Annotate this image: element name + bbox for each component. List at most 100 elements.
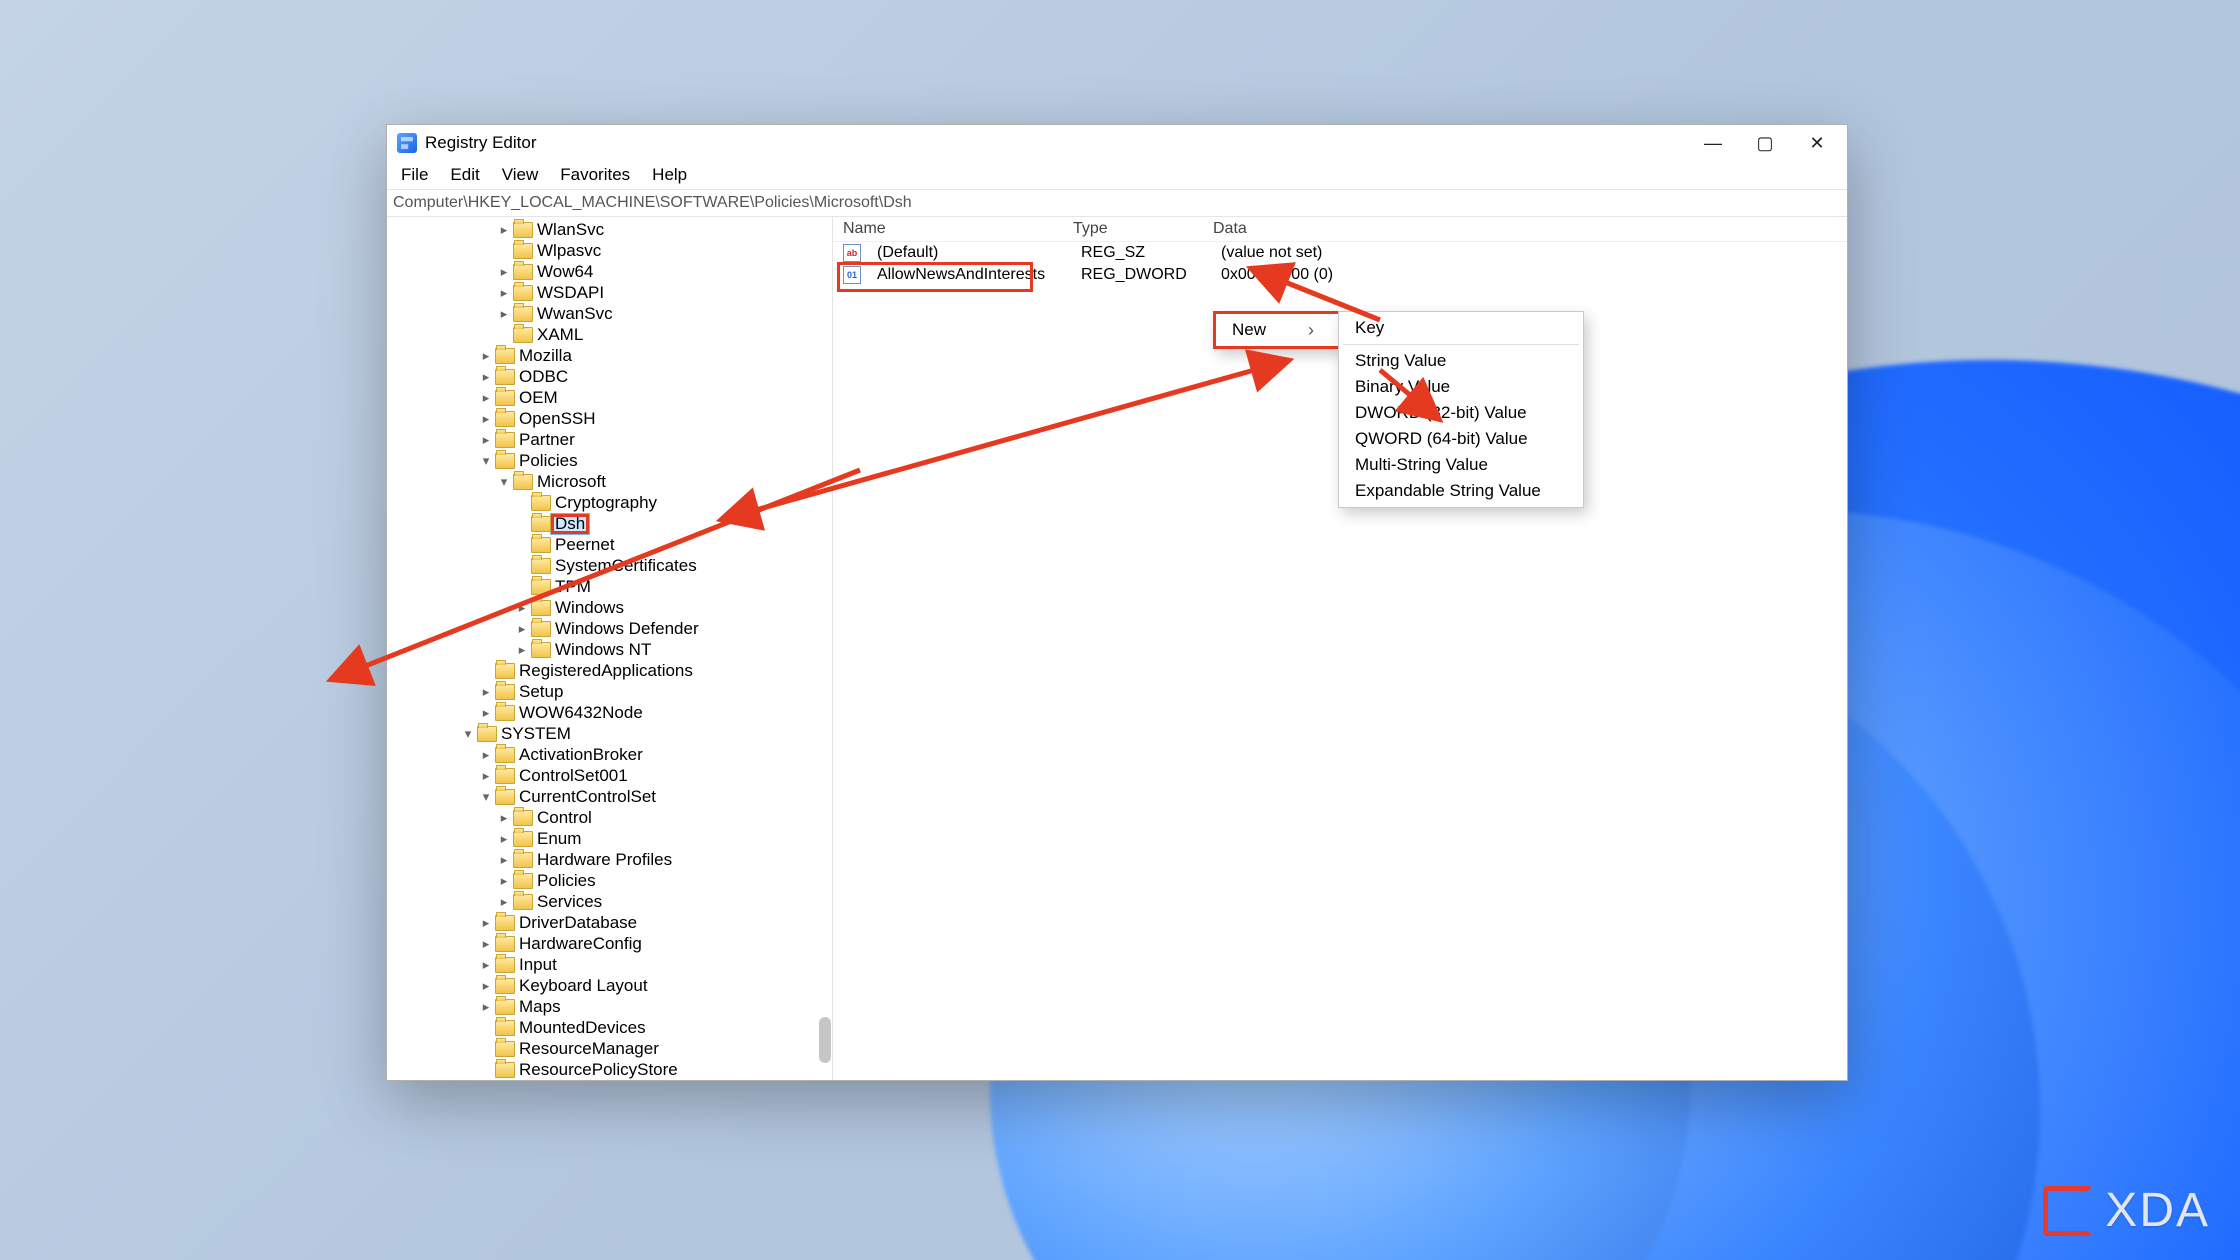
tree-scrollbar-thumb[interactable] [819,1017,831,1063]
expand-icon[interactable]: ▸ [495,810,513,826]
expand-icon[interactable]: ▸ [477,411,495,427]
expand-icon[interactable]: ▸ [477,957,495,973]
folder-icon [495,705,515,721]
expand-icon[interactable]: ▸ [477,747,495,763]
tree-item-policies[interactable]: ▾Policies [387,450,832,471]
tree-item-wow6432node[interactable]: ▸WOW6432Node [387,702,832,723]
expand-icon[interactable]: ▸ [495,831,513,847]
tree-item-activationbroker[interactable]: ▸ActivationBroker [387,744,832,765]
menu-file[interactable]: File [391,163,438,187]
col-type[interactable]: Type [1073,220,1213,238]
tree-item-setup[interactable]: ▸Setup [387,681,832,702]
maximize-button[interactable]: ▢ [1739,125,1791,161]
col-data[interactable]: Data [1213,220,1847,238]
expand-icon[interactable]: ▸ [495,894,513,910]
expand-icon[interactable]: ▸ [477,705,495,721]
close-button[interactable]: ✕ [1791,125,1843,161]
tree-item-windows-nt[interactable]: ▸Windows NT [387,639,832,660]
tree-item-mounteddevices[interactable]: MountedDevices [387,1017,832,1038]
tree-item-resourcepolicystore[interactable]: ResourcePolicyStore [387,1059,832,1080]
expand-icon[interactable]: ▸ [513,642,531,658]
tree-item-registeredapplications[interactable]: RegisteredApplications [387,660,832,681]
expand-icon[interactable]: ▸ [495,285,513,301]
expand-icon[interactable]: ▸ [477,348,495,364]
tree-item-partner[interactable]: ▸Partner [387,429,832,450]
expand-icon[interactable]: ▸ [477,936,495,952]
tree-item-mozilla[interactable]: ▸Mozilla [387,345,832,366]
value-row-default[interactable]: (Default) REG_SZ (value not set) [833,242,1847,264]
col-name[interactable]: Name [833,220,1073,238]
ctx-item-string[interactable]: String Value [1341,348,1581,374]
tree-item-resourcemanager[interactable]: ResourceManager [387,1038,832,1059]
tree-item-policies[interactable]: ▸ Policies [387,870,832,891]
tree-item-windows-defender[interactable]: ▸Windows Defender [387,618,832,639]
tree-item-keyboard-layout[interactable]: ▸Keyboard Layout [387,975,832,996]
expand-icon[interactable]: ▾ [495,474,513,490]
expand-icon[interactable]: ▸ [513,621,531,637]
expand-icon[interactable]: ▸ [513,600,531,616]
ctx-item-multi[interactable]: Multi-String Value [1341,452,1581,478]
tree-item-wwansvc[interactable]: ▸WwanSvc [387,303,832,324]
tree-item-wow64[interactable]: ▸Wow64 [387,261,832,282]
tree-item-dsh[interactable]: Dsh [387,513,832,534]
tree-item-services[interactable]: ▸Services [387,891,832,912]
tree-item-enum[interactable]: ▸Enum [387,828,832,849]
tree-item-peernet[interactable]: Peernet [387,534,832,555]
menu-favorites[interactable]: Favorites [550,163,640,187]
tree-label: Hardware Profiles [537,850,672,870]
expand-icon[interactable]: ▾ [477,453,495,469]
address-bar[interactable]: Computer\HKEY_LOCAL_MACHINE\SOFTWARE\Pol… [387,189,1847,217]
tree-item-control[interactable]: ▸Control [387,807,832,828]
tree-item-windows[interactable]: ▸Windows [387,597,832,618]
tree-item-wsdapi[interactable]: ▸WSDAPI [387,282,832,303]
tree-item-maps[interactable]: ▸Maps [387,996,832,1017]
expand-icon[interactable]: ▸ [477,432,495,448]
tree-item-tpm[interactable]: TPM [387,576,832,597]
ctx-item-binary[interactable]: Binary Value [1341,374,1581,400]
minimize-button[interactable]: — [1687,125,1739,161]
expand-icon[interactable]: ▸ [495,873,513,889]
expand-icon[interactable]: ▸ [477,978,495,994]
ctx-item-new[interactable]: New [1218,317,1338,343]
expand-icon[interactable]: ▾ [459,726,477,742]
tree-item-wlpasvc[interactable]: Wlpasvc [387,240,832,261]
tree-item-driverdatabase[interactable]: ▸DriverDatabase [387,912,832,933]
expand-icon[interactable]: ▸ [495,852,513,868]
tree-item-controlset001[interactable]: ▸ControlSet001 [387,765,832,786]
expand-icon[interactable]: ▸ [477,999,495,1015]
menu-edit[interactable]: Edit [440,163,489,187]
tree-item-system[interactable]: ▾SYSTEM [387,723,832,744]
tree-item-microsoft[interactable]: ▾Microsoft [387,471,832,492]
menu-view[interactable]: View [492,163,549,187]
expand-icon[interactable]: ▸ [477,390,495,406]
expand-icon[interactable]: ▸ [495,264,513,280]
tree-item-systemcertificates[interactable]: SystemCertificates [387,555,832,576]
tree-item-input[interactable]: ▸Input [387,954,832,975]
expand-icon[interactable]: ▸ [477,684,495,700]
tree-item-odbc[interactable]: ▸ODBC [387,366,832,387]
expand-icon[interactable]: ▸ [477,369,495,385]
expand-icon[interactable]: ▸ [495,306,513,322]
tree-item-hardware-profiles[interactable]: ▸ Hardware Profiles [387,849,832,870]
tree-item-cryptography[interactable]: Cryptography [387,492,832,513]
expand-icon[interactable]: ▸ [477,915,495,931]
registry-tree[interactable]: ▸WlanSvcWlpasvc▸Wow64▸WSDAPI▸WwanSvcXAML… [387,217,833,1080]
ctx-item-key[interactable]: Key [1341,315,1581,341]
expand-icon[interactable]: ▸ [495,222,513,238]
tree-label: Policies [537,871,596,891]
tree-item-xaml[interactable]: XAML [387,324,832,345]
tree-item-hardwareconfig[interactable]: ▸HardwareConfig [387,933,832,954]
tree-item-currentcontrolset[interactable]: ▾CurrentControlSet [387,786,832,807]
value-row-allownews[interactable]: AllowNewsAndInterests REG_DWORD 0x000000… [833,264,1847,286]
tree-item-wlansvc[interactable]: ▸WlanSvc [387,219,832,240]
values-pane[interactable]: Name Type Data (Default) REG_SZ (value n… [833,217,1847,1080]
expand-icon[interactable]: ▾ [477,789,495,805]
tree-item-oem[interactable]: ▸OEM [387,387,832,408]
tree-item-openssh[interactable]: ▸OpenSSH [387,408,832,429]
expand-icon[interactable]: ▸ [477,768,495,784]
ctx-item-qword[interactable]: QWORD (64-bit) Value [1341,426,1581,452]
menu-help[interactable]: Help [642,163,697,187]
title-bar[interactable]: Registry Editor — ▢ ✕ [387,125,1847,161]
ctx-item-dword[interactable]: DWORD (32-bit) Value [1341,400,1581,426]
ctx-item-expand[interactable]: Expandable String Value [1341,478,1581,504]
